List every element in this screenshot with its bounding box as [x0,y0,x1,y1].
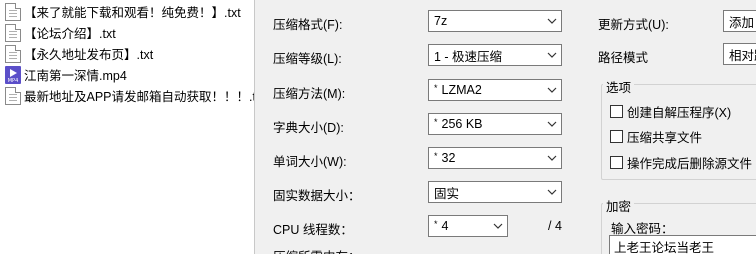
dict-label: 字典大小(D): [273,121,344,135]
file-name: 【论坛介绍】.txt [24,27,116,41]
sfx-option-label: 创建自解压程序(X) [627,106,732,120]
file-name: 【来了就能下载和观看！纯免费！】.txt [24,6,241,20]
memory-label: 压缩所需内存： [273,246,361,254]
cpu-total: / 4 [548,219,562,233]
chevron-down-icon [543,182,561,202]
method-value: LZMA2 [441,83,482,97]
text-file-icon [5,2,21,21]
solid-value: 固实 [434,186,460,201]
file-name: 最新地址及APP请发邮箱自动获取！！！.txt [24,90,255,104]
star-marker: * [434,83,438,93]
text-file-icon [5,23,21,42]
file-name: 【永久地址发布页】.txt [24,48,154,62]
level-label: 压缩等级(L): [273,52,342,66]
file-item[interactable]: MP4 江南第一深情.mp4 [0,64,254,85]
chevron-down-icon [543,45,561,65]
word-label: 单词大小(W): [273,155,347,169]
path-label: 路径模式 [598,51,649,65]
solid-select[interactable]: 固实 [428,181,562,203]
update-select[interactable]: 添加 [723,10,756,32]
star-marker: * [434,219,438,229]
encrypt-title: 加密 [603,196,635,215]
delete-option[interactable]: 操作完成后删除源文件 [610,153,752,172]
word-value: 32 [441,151,456,165]
chevron-down-icon [543,11,561,31]
cpu-label: CPU 线程数： [273,223,353,237]
format-value: 7z [434,14,448,28]
cpu-select[interactable]: * 4 [428,215,508,237]
sfx-checkbox[interactable] [610,105,623,118]
chevron-down-icon [543,148,561,168]
shared-option[interactable]: 压缩共享文件 [610,127,702,146]
dict-select[interactable]: * 256 KB [428,113,562,135]
chevron-down-icon [489,216,507,236]
file-item[interactable]: 【来了就能下载和观看！纯免费！】.txt [0,1,254,22]
shared-checkbox[interactable] [610,130,623,143]
text-file-icon [5,86,21,105]
chevron-down-icon [543,114,561,134]
method-select[interactable]: * LZMA2 [428,79,562,101]
level-value: 1 - 极速压缩 [434,49,503,64]
file-item[interactable]: 【论坛介绍】.txt [0,22,254,43]
star-marker: * [434,151,438,161]
update-value: 添加 [729,15,755,30]
options-title: 选项 [603,77,635,96]
text-file-icon [5,44,21,63]
level-select[interactable]: 1 - 极速压缩 [428,44,562,66]
path-value: 相对路 [729,48,756,63]
video-file-icon: MP4 [5,65,21,84]
shared-option-label: 压缩共享文件 [627,131,703,145]
file-item[interactable]: 【永久地址发布页】.txt [0,43,254,64]
format-select[interactable]: 7z [428,10,562,32]
method-label: 压缩方法(M): [273,87,346,101]
sfx-option[interactable]: 创建自解压程序(X) [610,102,731,121]
star-marker: * [434,117,438,127]
delete-checkbox[interactable] [610,156,623,169]
word-select[interactable]: * 32 [428,147,562,169]
solid-label: 固实数据大小： [273,189,361,203]
delete-option-label: 操作完成后删除源文件 [627,157,753,171]
path-select[interactable]: 相对路 [723,43,756,65]
file-item[interactable]: 最新地址及APP请发邮箱自动获取！！！.txt [0,85,255,106]
format-label: 压缩格式(F): [273,18,343,32]
cpu-value: 4 [441,219,449,233]
password-value: 上老王论坛当老王 [614,240,715,254]
password-input[interactable]: 上老王论坛当老王 [609,235,756,254]
file-name: 江南第一深情.mp4 [24,69,127,83]
file-list: 【来了就能下载和观看！纯免费！】.txt 【论坛介绍】.txt 【永久地址发布页… [0,0,255,254]
chevron-down-icon [543,80,561,100]
dict-value: 256 KB [441,117,483,131]
update-label: 更新方式(U): [598,18,669,32]
